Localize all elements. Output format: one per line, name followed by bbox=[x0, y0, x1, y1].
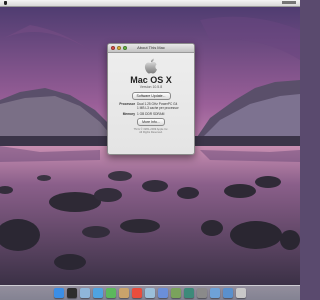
processor-row: Processor Dual 1.25 GHz PowerPC G4 1 MB … bbox=[108, 102, 194, 110]
ical-icon[interactable] bbox=[132, 288, 142, 298]
trash-icon[interactable] bbox=[236, 288, 246, 298]
legal-line-2: All Rights Reserved. bbox=[139, 131, 163, 135]
menu-bar bbox=[0, 0, 300, 7]
dashboard-icon[interactable] bbox=[67, 288, 77, 298]
system-preferences-icon[interactable] bbox=[197, 288, 207, 298]
downloads-stack-icon[interactable] bbox=[223, 288, 233, 298]
address-book-icon[interactable] bbox=[119, 288, 129, 298]
os-version: Version 10.5.8 bbox=[139, 85, 163, 89]
iphoto-icon[interactable] bbox=[171, 288, 181, 298]
itunes-icon[interactable] bbox=[158, 288, 168, 298]
os-product-name: Mac OS X bbox=[130, 75, 172, 85]
ichat-icon[interactable] bbox=[106, 288, 116, 298]
preview-icon[interactable] bbox=[145, 288, 155, 298]
memory-row: Memory 1 GB DDR SDRAM bbox=[108, 112, 194, 116]
processor-note: 1 MB L3 cache per processor bbox=[137, 106, 179, 110]
time-machine-icon[interactable] bbox=[184, 288, 194, 298]
about-this-mac-window: About This Mac Mac OS X Version 10.5.8 S… bbox=[107, 43, 195, 155]
finder-icon[interactable] bbox=[54, 288, 64, 298]
memory-label: Memory bbox=[122, 112, 135, 116]
memory-value: 1 GB DDR SDRAM bbox=[137, 112, 165, 116]
software-update-button[interactable]: Software Update... bbox=[131, 92, 171, 100]
safari-icon[interactable] bbox=[93, 288, 103, 298]
menubar-clock[interactable] bbox=[282, 1, 296, 4]
window-titlebar[interactable]: About This Mac bbox=[108, 44, 194, 53]
more-info-button[interactable]: More Info... bbox=[137, 118, 165, 126]
apple-logo-icon bbox=[144, 58, 157, 74]
apple-menu-icon[interactable] bbox=[4, 1, 7, 5]
mail-icon[interactable] bbox=[80, 288, 90, 298]
window-title: About This Mac bbox=[137, 45, 165, 50]
dock bbox=[0, 285, 300, 300]
processor-label: Processor bbox=[119, 102, 135, 106]
documents-stack-icon[interactable] bbox=[210, 288, 220, 298]
legal-text: TM & © 1983–2009 Apple Inc. All Rights R… bbox=[108, 128, 194, 135]
